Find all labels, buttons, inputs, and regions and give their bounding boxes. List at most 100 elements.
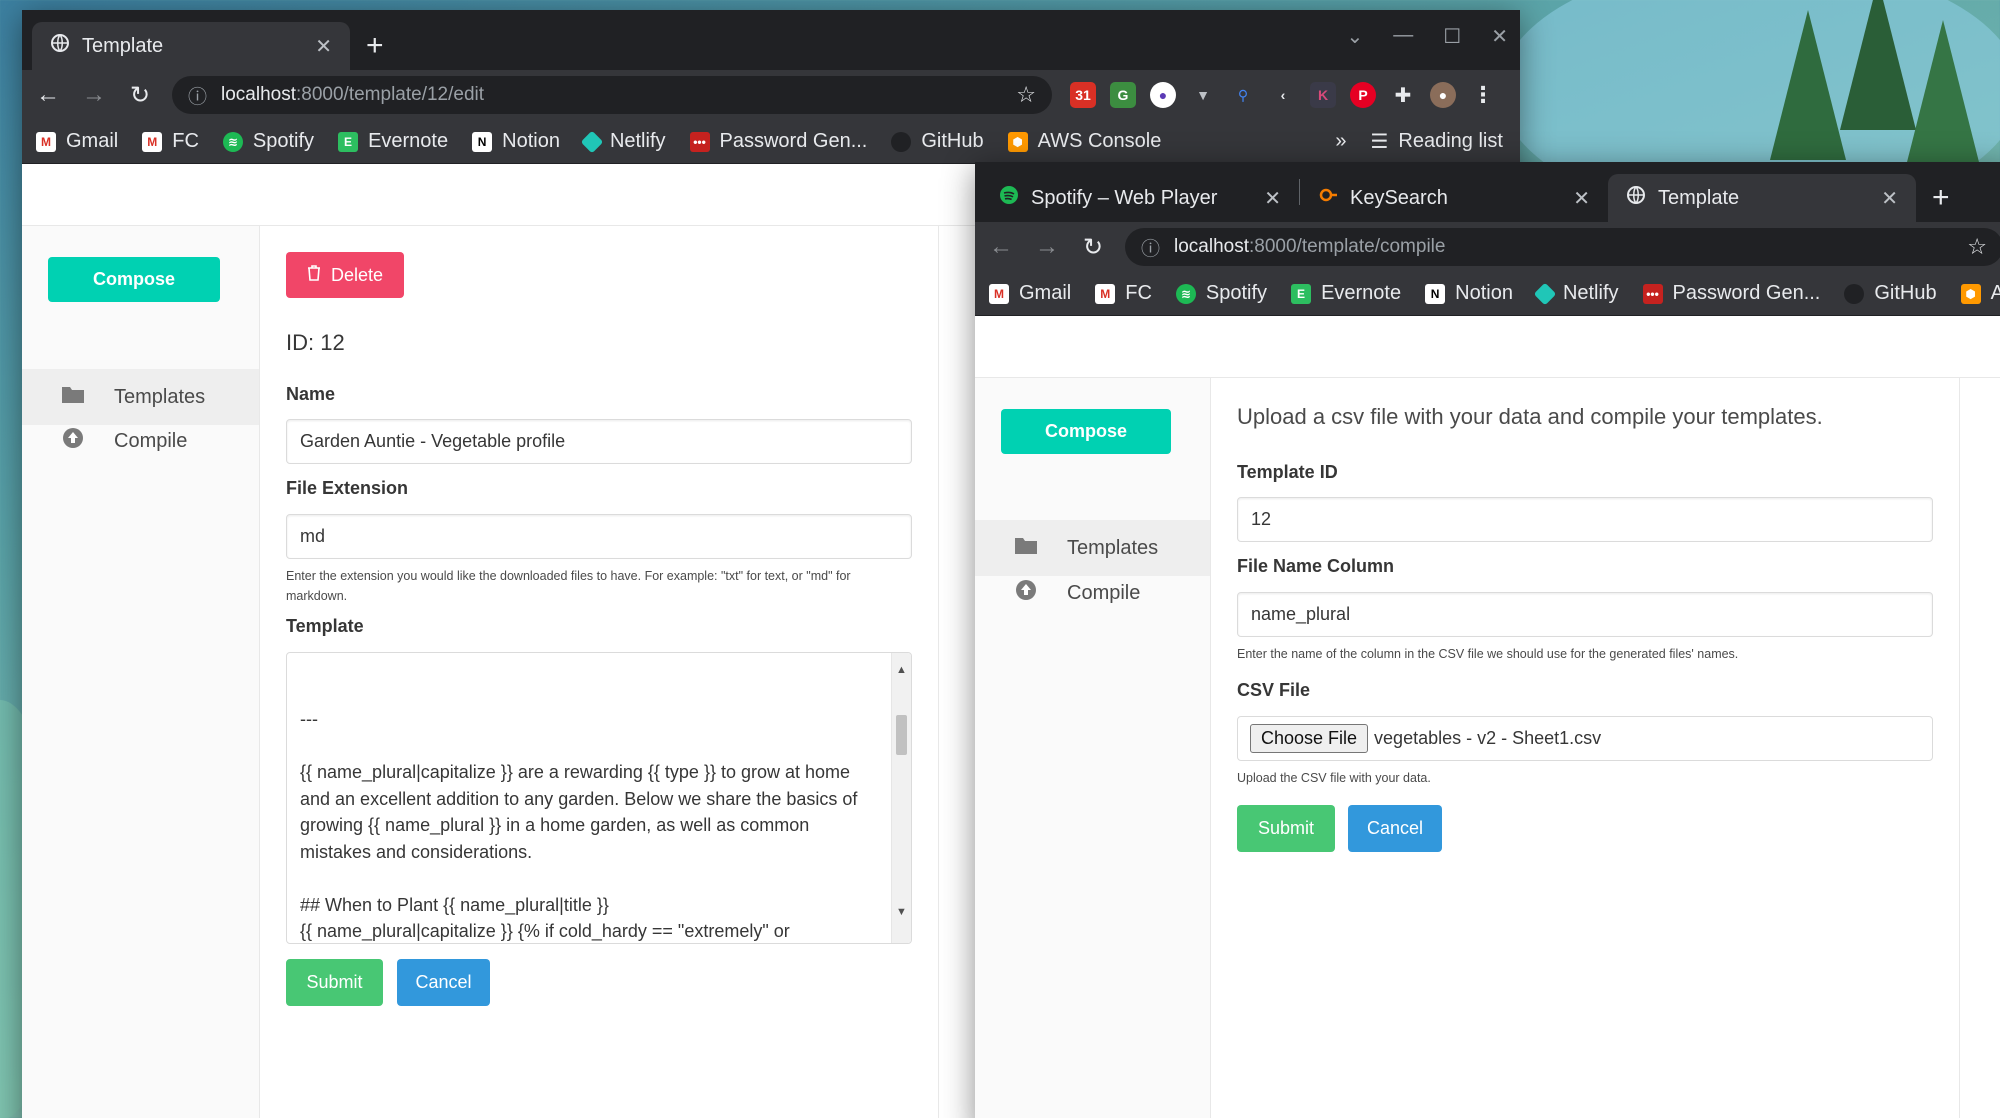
address-bar[interactable]: ⓘ localhost:8000/template/12/edit ☆	[172, 76, 1052, 114]
delete-label: Delete	[330, 264, 384, 285]
file-extension-label: File Extension	[286, 478, 409, 498]
evernote-icon: E	[1291, 283, 1312, 304]
tab-title: Template	[82, 34, 164, 57]
netlify-icon	[580, 130, 604, 153]
top-navbar	[975, 316, 2000, 378]
file-extension-input[interactable]: md	[286, 514, 912, 559]
arrow-extension-icon[interactable]: ‹	[1270, 82, 1296, 108]
csv-file-label: CSV File	[1237, 680, 1311, 700]
new-tab-button[interactable]: +	[350, 22, 400, 70]
k-extension-icon[interactable]: K	[1310, 82, 1336, 108]
aws-icon: ⬢	[1007, 131, 1028, 152]
calendar-extension-icon[interactable]: 31	[1070, 82, 1096, 108]
bookmark-fc[interactable]: M FC	[1095, 282, 1152, 305]
back-icon[interactable]: ←	[34, 81, 62, 109]
more-bookmarks-icon[interactable]: »	[1335, 130, 1346, 153]
template-id-input[interactable]: 12	[1237, 497, 1933, 542]
name-input[interactable]: Garden Auntie - Vegetable profile	[286, 419, 912, 464]
notion-icon: N	[472, 131, 493, 152]
bookmark-netlify[interactable]: Netlify	[580, 130, 666, 153]
name-label: Name	[286, 384, 336, 404]
content-divider	[1959, 378, 1960, 1118]
password-icon: •••	[1642, 283, 1663, 304]
person-extension-icon[interactable]: ⚲	[1230, 82, 1256, 108]
bookmark-netlify[interactable]: Netlify	[1533, 282, 1619, 305]
upload-circle-icon	[1013, 579, 1039, 607]
close-tab-icon[interactable]: ✕	[315, 34, 332, 59]
maximize-icon[interactable]: ☐	[1443, 24, 1461, 49]
password-icon: •••	[689, 131, 710, 152]
bookmark-evernote[interactable]: E Evernote	[1291, 282, 1401, 305]
bookmark-gmail[interactable]: M Gmail	[989, 282, 1071, 305]
minimize-icon[interactable]: —	[1393, 24, 1413, 49]
new-tab-button[interactable]: +	[1916, 174, 1966, 222]
bookmark-notion[interactable]: N Notion	[472, 130, 560, 153]
bookmark-password-gen[interactable]: ••• Password Gen...	[689, 130, 867, 153]
reload-icon[interactable]: ↻	[126, 81, 154, 110]
menu-kebab-icon[interactable]: ⋮	[1470, 82, 1496, 108]
template-textarea[interactable]: --- {{ name_plural|capitalize }} are a r…	[286, 652, 912, 944]
csv-file-input[interactable]: Choose File vegetables - v2 - Sheet1.csv	[1237, 716, 1933, 761]
compose-button[interactable]: Compose	[48, 257, 220, 302]
profile-avatar[interactable]: ●	[1430, 82, 1456, 108]
bookmark-github[interactable]: GitHub	[891, 130, 984, 153]
tab-title: KeySearch	[1350, 186, 1448, 209]
forward-icon[interactable]: →	[1033, 233, 1061, 261]
circle-extension-icon[interactable]: ●	[1150, 82, 1176, 108]
tab-template[interactable]: Template ✕	[32, 22, 350, 70]
close-window-icon[interactable]: ✕	[1491, 24, 1508, 49]
bookmark-star-icon[interactable]: ☆	[1016, 82, 1036, 108]
bookmark-github[interactable]: GitHub	[1844, 282, 1937, 305]
extensions-area: 31 G ● ▼ ⚲ ‹ K P ✚ ● ⋮	[1070, 82, 1496, 108]
choose-file-button[interactable]: Choose File	[1250, 724, 1369, 753]
submit-button[interactable]: Submit	[286, 959, 383, 1006]
sidebar-item-compile[interactable]: Compile	[975, 565, 1210, 621]
close-tab-icon[interactable]: ✕	[1573, 186, 1590, 211]
close-tab-icon[interactable]: ✕	[1264, 186, 1281, 211]
close-tab-icon[interactable]: ✕	[1881, 186, 1898, 211]
content-divider	[938, 226, 939, 1118]
keysearch-icon	[1318, 185, 1338, 211]
bookmark-password-gen[interactable]: ••• Password Gen...	[1642, 282, 1820, 305]
reload-icon[interactable]: ↻	[1079, 233, 1107, 262]
template-text: --- {{ name_plural|capitalize }} are a r…	[300, 709, 858, 941]
delete-button[interactable]: Delete	[286, 252, 404, 298]
github-icon	[891, 131, 912, 152]
back-icon[interactable]: ←	[987, 233, 1015, 261]
textarea-scrollbar[interactable]: ▲ ▼	[891, 653, 911, 943]
forward-icon[interactable]: →	[80, 81, 108, 109]
cancel-button[interactable]: Cancel	[397, 959, 490, 1006]
bookmark-spotify[interactable]: ≋ Spotify	[222, 130, 314, 153]
bookmark-star-icon[interactable]: ☆	[1967, 234, 1987, 260]
bookmark-aws[interactable]: ⬢A	[1960, 282, 2000, 305]
bookmark-evernote[interactable]: E Evernote	[338, 130, 448, 153]
scroll-down-icon[interactable]: ▼	[892, 899, 911, 926]
vue-extension-icon[interactable]: ▼	[1190, 82, 1216, 108]
cancel-button[interactable]: Cancel	[1348, 805, 1442, 852]
tab-template[interactable]: Template ✕	[1608, 174, 1916, 222]
tab-search-icon[interactable]: ⌄	[1347, 24, 1364, 49]
tab-spotify[interactable]: Spotify – Web Player ✕	[981, 174, 1299, 222]
compose-button[interactable]: Compose	[1001, 409, 1171, 454]
sidebar-item-label: Templates	[1067, 536, 1159, 559]
bookmark-fc[interactable]: M FC	[142, 130, 199, 153]
puzzle-extensions-icon[interactable]: ✚	[1390, 82, 1416, 108]
scroll-thumb[interactable]	[896, 715, 907, 755]
info-icon[interactable]: ⓘ	[188, 82, 207, 109]
bookmark-gmail[interactable]: M Gmail	[36, 130, 118, 153]
bookmark-aws[interactable]: ⬢ AWS Console	[1007, 130, 1161, 153]
tab-keysearch[interactable]: KeySearch ✕	[1300, 174, 1608, 222]
info-icon[interactable]: ⓘ	[1141, 234, 1160, 261]
bookmark-notion[interactable]: N Notion	[1425, 282, 1513, 305]
sidebar-item-label: Compile	[1067, 581, 1141, 604]
csv-filename: vegetables - v2 - Sheet1.csv	[1374, 728, 1602, 748]
submit-button[interactable]: Submit	[1237, 805, 1335, 852]
pinterest-icon[interactable]: P	[1350, 82, 1376, 108]
grammar-extension-icon[interactable]: G	[1110, 82, 1136, 108]
reading-list[interactable]: ☰ Reading list	[1370, 129, 1502, 154]
scroll-up-icon[interactable]: ▲	[892, 657, 911, 684]
address-bar[interactable]: ⓘ localhost:8000/template/compile ☆	[1125, 228, 2000, 266]
file-name-column-input[interactable]: name_plural	[1237, 592, 1933, 637]
sidebar-item-compile[interactable]: Compile	[22, 413, 259, 469]
bookmark-spotify[interactable]: ≋ Spotify	[1175, 282, 1267, 305]
